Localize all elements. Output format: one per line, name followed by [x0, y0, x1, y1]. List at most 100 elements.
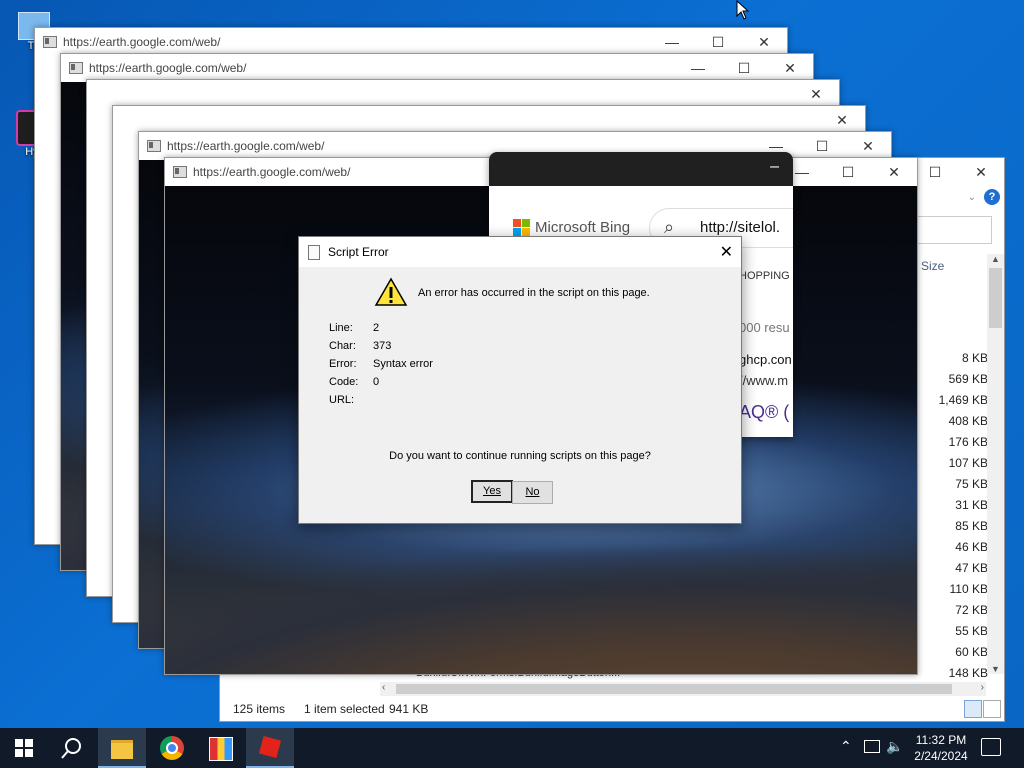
maximize-icon[interactable]: ☐ — [912, 158, 958, 186]
status-selected: 1 item selected — [304, 702, 385, 716]
windows-logo-icon — [15, 739, 33, 757]
file-size-cell: 72 KB — [955, 603, 988, 617]
microsoft-logo-icon — [513, 219, 530, 236]
status-bar: 125 items 1 item selected 941 KB — [220, 697, 1004, 721]
clock-date: 2/24/2024 — [914, 749, 968, 763]
close-icon[interactable]: ✕ — [819, 106, 865, 134]
page-icon — [69, 62, 83, 74]
chrome-icon — [160, 736, 184, 760]
error-message: An error has occurred in the script on t… — [418, 287, 650, 299]
mouse-cursor-icon — [736, 0, 750, 20]
file-size-cell: 85 KB — [955, 519, 988, 533]
file-size-cell: 47 KB — [955, 561, 988, 575]
scroll-thumb[interactable] — [396, 684, 952, 694]
window-title: https://earth.google.com/web/ — [89, 61, 247, 75]
bing-logo-text: Microsoft Bing — [535, 219, 631, 236]
scroll-up-icon[interactable]: ▲ — [987, 254, 1004, 268]
minimize-icon[interactable]: — — [649, 28, 695, 56]
yes-label: Yes — [483, 485, 501, 497]
show-hidden-icons-button[interactable]: ⌃ — [840, 738, 852, 755]
file-size-cell: 107 KB — [948, 456, 988, 470]
detail-label: Code: — [329, 376, 359, 388]
scroll-thumb[interactable] — [989, 268, 1002, 328]
maximize-icon[interactable]: ☐ — [825, 158, 871, 186]
file-size-cell: 60 KB — [955, 645, 988, 659]
notification-center-button[interactable] — [981, 738, 1001, 756]
taskbar: ⌃ 🔈 11:32 PM 2/24/2024 — [0, 728, 1024, 768]
close-icon[interactable]: ✕ — [720, 242, 733, 262]
close-icon[interactable]: ✕ — [793, 80, 839, 108]
folder-icon — [111, 740, 133, 759]
window-title: https://earth.google.com/web/ — [167, 139, 325, 153]
status-size: 941 KB — [389, 702, 429, 716]
detail-value: 2 — [373, 322, 380, 334]
scroll-right-icon[interactable]: › — [981, 682, 984, 693]
maximize-icon[interactable]: ☐ — [721, 54, 767, 82]
result-title[interactable]: AQ® ( — [739, 402, 789, 423]
scroll-down-icon[interactable]: ▼ — [987, 664, 1004, 674]
yes-button[interactable]: Yes — [471, 480, 513, 503]
window-title: https://earth.google.com/web/ — [63, 35, 221, 49]
close-icon[interactable]: ✕ — [845, 132, 891, 160]
file-size-cell: 31 KB — [955, 498, 988, 512]
result-domain[interactable]: ghcp.con — [739, 352, 792, 367]
search-icon — [61, 738, 81, 759]
detail-value: 0 — [373, 376, 380, 388]
close-icon[interactable]: ✕ — [741, 28, 787, 56]
network-icon[interactable] — [864, 740, 880, 753]
close-icon[interactable]: ✕ — [871, 158, 917, 186]
chevron-down-icon[interactable]: ⌄ — [968, 192, 976, 203]
file-size-cell: 75 KB — [955, 477, 988, 491]
tiles-view-icon[interactable] — [983, 700, 1001, 718]
tab-shopping[interactable]: HOPPING — [739, 270, 790, 282]
search-value: http://sitelol. — [700, 219, 781, 236]
title-bar[interactable]: https://earth.google.com/web/ — ☐ ✕ — [61, 54, 813, 82]
maximize-icon[interactable]: ☐ — [799, 132, 845, 160]
size-column: 8 KB 569 KB 1,469 KB 408 KB 176 KB 107 KB 75 K… — [910, 351, 988, 687]
document-icon — [308, 245, 320, 260]
volume-muted-icon[interactable]: 🔈 — [886, 738, 903, 755]
file-size-cell: 569 KB — [948, 372, 988, 386]
detail-label: Error: — [329, 358, 357, 370]
file-size-cell: 46 KB — [955, 540, 988, 554]
bing-title-bar[interactable]: – — [489, 152, 793, 186]
close-icon[interactable]: ✕ — [767, 54, 813, 82]
title-bar[interactable]: https://earth.google.com/web/ — ☐ ✕ — [35, 28, 787, 56]
close-icon[interactable]: ✕ — [958, 158, 1004, 186]
no-label: No — [525, 486, 540, 498]
results-count: 000 resu — [739, 320, 790, 335]
no-button[interactable]: No — [512, 481, 553, 504]
taskbar-chrome[interactable] — [148, 728, 196, 768]
horizontal-scrollbar[interactable]: ‹ › — [380, 682, 986, 696]
vertical-scrollbar[interactable]: ▲ ▼ — [987, 254, 1004, 674]
detail-value: Syntax error — [373, 358, 433, 370]
start-button[interactable] — [0, 728, 48, 768]
detail-label: Char: — [329, 340, 356, 352]
dialog-title: Script Error — [328, 245, 389, 259]
search-button[interactable] — [48, 728, 96, 768]
scroll-left-icon[interactable]: ‹ — [382, 682, 385, 693]
bing-logo[interactable]: Microsoft Bing — [513, 219, 630, 236]
minimize-icon[interactable]: – — [770, 158, 779, 176]
help-icon[interactable]: ? — [984, 189, 1000, 205]
taskbar-app[interactable] — [196, 728, 244, 768]
column-header-size[interactable]: Size — [921, 259, 944, 273]
file-size-cell: 408 KB — [948, 414, 988, 428]
minimize-icon[interactable]: — — [675, 54, 721, 82]
detail-label: URL: — [329, 394, 355, 406]
script-error-dialog[interactable]: Script Error ✕ An error has occurred in … — [298, 236, 742, 524]
result-url[interactable]: //www.m — [739, 373, 788, 388]
detail-label: Line: — [329, 322, 353, 334]
taskbar-roblox[interactable] — [246, 728, 294, 768]
details-view-icon[interactable] — [964, 700, 982, 718]
window-title: https://earth.google.com/web/ — [193, 165, 351, 179]
page-icon — [147, 140, 161, 152]
taskbar-file-explorer[interactable] — [98, 728, 146, 768]
file-size-cell: 176 KB — [948, 435, 988, 449]
clock[interactable]: 11:32 PM 2/24/2024 — [904, 732, 978, 764]
maximize-icon[interactable]: ☐ — [695, 28, 741, 56]
desktop: Th Hy https://earth.google.com/web/ — ☐ … — [0, 0, 1024, 728]
dialog-title-bar[interactable]: Script Error ✕ — [299, 237, 741, 267]
detail-value: 373 — [373, 340, 392, 352]
file-size-cell: 55 KB — [955, 624, 988, 638]
